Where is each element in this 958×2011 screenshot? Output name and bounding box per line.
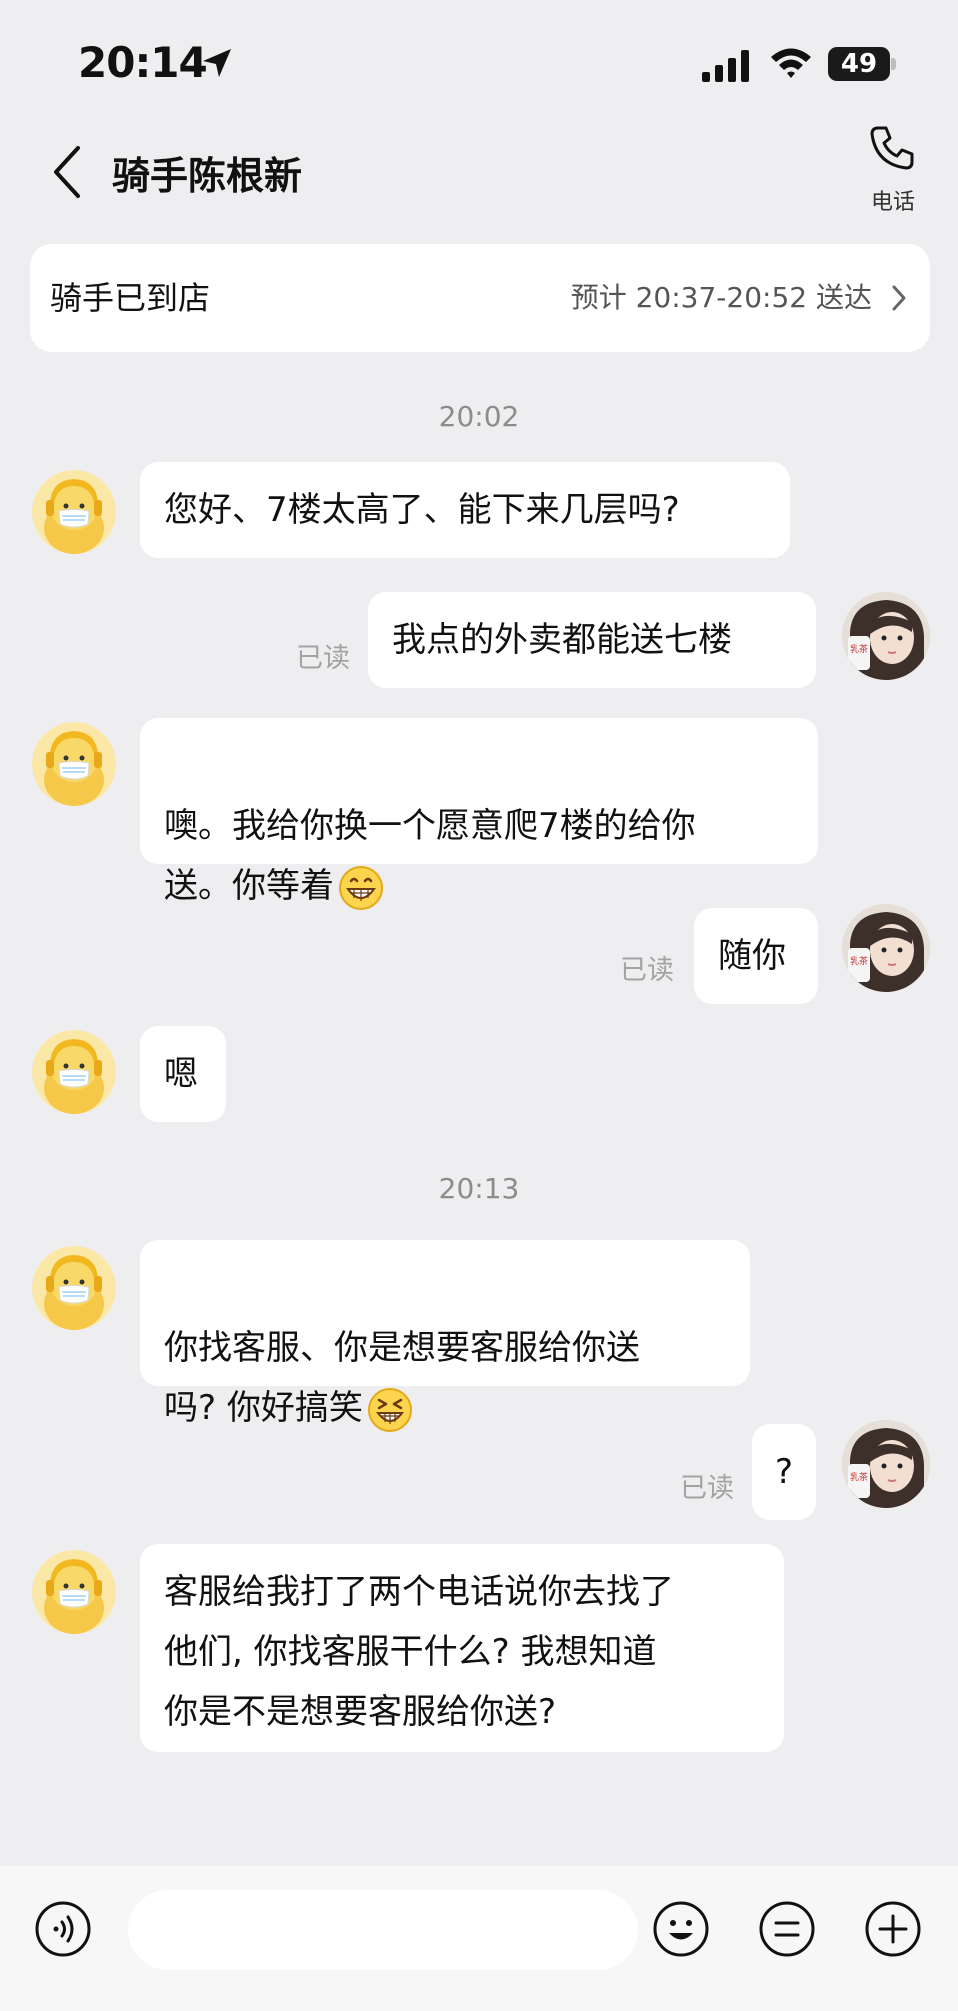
rider-avatar[interactable]	[32, 722, 116, 806]
rider-avatar[interactable]	[32, 1550, 116, 1634]
rider-message-bubble[interactable]: 你找客服、你是想要客服给你送 吗? 你好搞笑	[140, 1240, 750, 1432]
user-avatar[interactable]	[842, 1420, 930, 1508]
laughing-emoji-icon	[367, 1387, 412, 1432]
voice-icon[interactable]	[34, 1900, 92, 1958]
battery-tip	[891, 58, 896, 70]
quick-reply-icon[interactable]	[758, 1900, 816, 1958]
rider-message-bubble[interactable]: 嗯	[140, 1026, 226, 1122]
user-message-bubble[interactable]: ?	[752, 1424, 816, 1520]
read-receipt: 已读	[620, 955, 674, 986]
phone-label[interactable]: 电话	[855, 184, 931, 216]
emoji-icon[interactable]	[652, 1900, 710, 1958]
read-receipt: 已读	[296, 643, 350, 674]
battery-indicator: 49	[828, 47, 890, 81]
delivery-eta: 预计 20:37-20:52 送达	[570, 281, 872, 314]
message-input[interactable]	[128, 1890, 638, 1970]
timestamp: 20:02	[438, 400, 520, 433]
rider-message-bubble[interactable]: 噢。我给你换一个愿意爬7楼的给你 送。你等着	[140, 718, 818, 910]
user-message-bubble[interactable]: 随你	[694, 908, 818, 1004]
rider-message-bubble[interactable]: 客服给我打了两个电话说你去找了 他们, 你找客服干什么? 我想知道 你是不是想要…	[140, 1544, 784, 1752]
message-text: 噢。我给你换一个愿意爬7楼的给你 送。你等着	[164, 806, 696, 906]
battery-level: 49	[840, 49, 878, 79]
read-receipt: 已读	[680, 1473, 734, 1504]
user-avatar[interactable]	[842, 904, 930, 992]
user-avatar[interactable]	[842, 592, 930, 680]
back-arrow-icon[interactable]	[50, 144, 84, 200]
grin-emoji-icon	[339, 865, 383, 910]
user-message-bubble[interactable]: 我点的外卖都能送七楼	[368, 592, 816, 688]
rider-avatar[interactable]	[32, 470, 116, 554]
rider-avatar[interactable]	[32, 1246, 116, 1330]
order-status-text: 骑手已到店	[50, 279, 211, 317]
rider-message-bubble[interactable]: 您好、7楼太高了、能下来几层吗?	[140, 462, 790, 558]
rider-avatar[interactable]	[32, 1030, 116, 1114]
cellular-signal-icon	[702, 50, 749, 82]
rider-name-title: 骑手陈根新	[112, 154, 303, 198]
location-arrow-icon	[203, 49, 231, 77]
order-status-banner[interactable]: 骑手已到店 预计 20:37-20:52 送达	[30, 244, 930, 352]
timestamp: 20:13	[438, 1172, 520, 1205]
phone-icon[interactable]	[868, 124, 916, 172]
wifi-icon	[771, 48, 811, 78]
status-time: 20:14	[78, 38, 208, 87]
plus-icon[interactable]	[864, 1900, 922, 1958]
chevron-right-icon	[892, 285, 906, 311]
